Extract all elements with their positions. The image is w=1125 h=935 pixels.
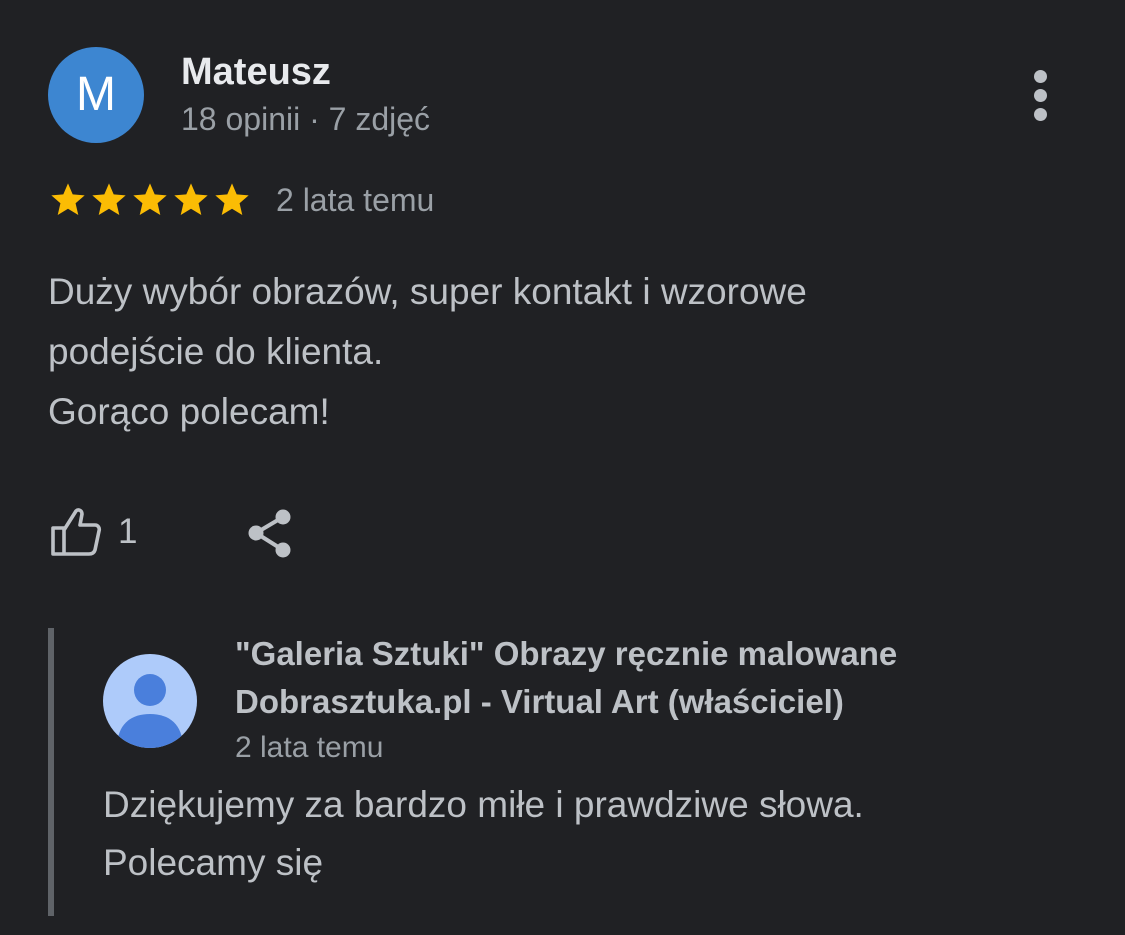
owner-reply-text-line: Polecamy się [103, 842, 324, 883]
owner-name-line: Dobrasztuka.pl - Virtual Art (właściciel… [235, 683, 844, 720]
like-button[interactable]: 1 [48, 502, 137, 562]
share-button[interactable] [238, 502, 302, 562]
like-count: 1 [118, 512, 138, 551]
star-icon [92, 183, 126, 215]
star-icon [215, 183, 249, 215]
reviewer-avatar[interactable]: M [48, 47, 144, 143]
share-icon [248, 509, 291, 558]
default-person-avatar-icon [117, 674, 183, 748]
owner-reply-text: Dziękujemy za bardzo miłe i prawdziwe sł… [103, 776, 1103, 892]
thumbs-up-icon [51, 508, 102, 556]
review-text: Duży wybór obrazów, super kontakt i wzor… [48, 262, 1078, 442]
review-date: 2 lata temu [276, 182, 435, 218]
review-text-line: podejście do klienta. [48, 331, 384, 372]
owner-name: "Galeria Sztuki" Obrazy ręcznie malowane… [235, 630, 1095, 726]
star-icon [174, 183, 208, 215]
owner-name-line: "Galeria Sztuki" Obrazy ręcznie malowane [235, 635, 898, 672]
star-icon [133, 183, 167, 215]
owner-reply-text-line: Dziękujemy za bardzo miłe i prawdziwe sł… [103, 784, 864, 825]
reviewer-name[interactable]: Mateusz [181, 50, 331, 94]
star-rating [48, 180, 252, 220]
review-text-line: Duży wybór obrazów, super kontakt i wzor… [48, 271, 807, 312]
review-text-line: Gorąco polecam! [48, 391, 330, 432]
star-icon [51, 183, 85, 215]
reviewer-stats: 18 opinii · 7 zdjęć [181, 101, 431, 137]
owner-avatar[interactable] [103, 654, 197, 748]
owner-reply-date: 2 lata temu [235, 731, 384, 764]
reply-indent-bar [48, 628, 54, 916]
more-options-button[interactable] [1016, 64, 1066, 126]
